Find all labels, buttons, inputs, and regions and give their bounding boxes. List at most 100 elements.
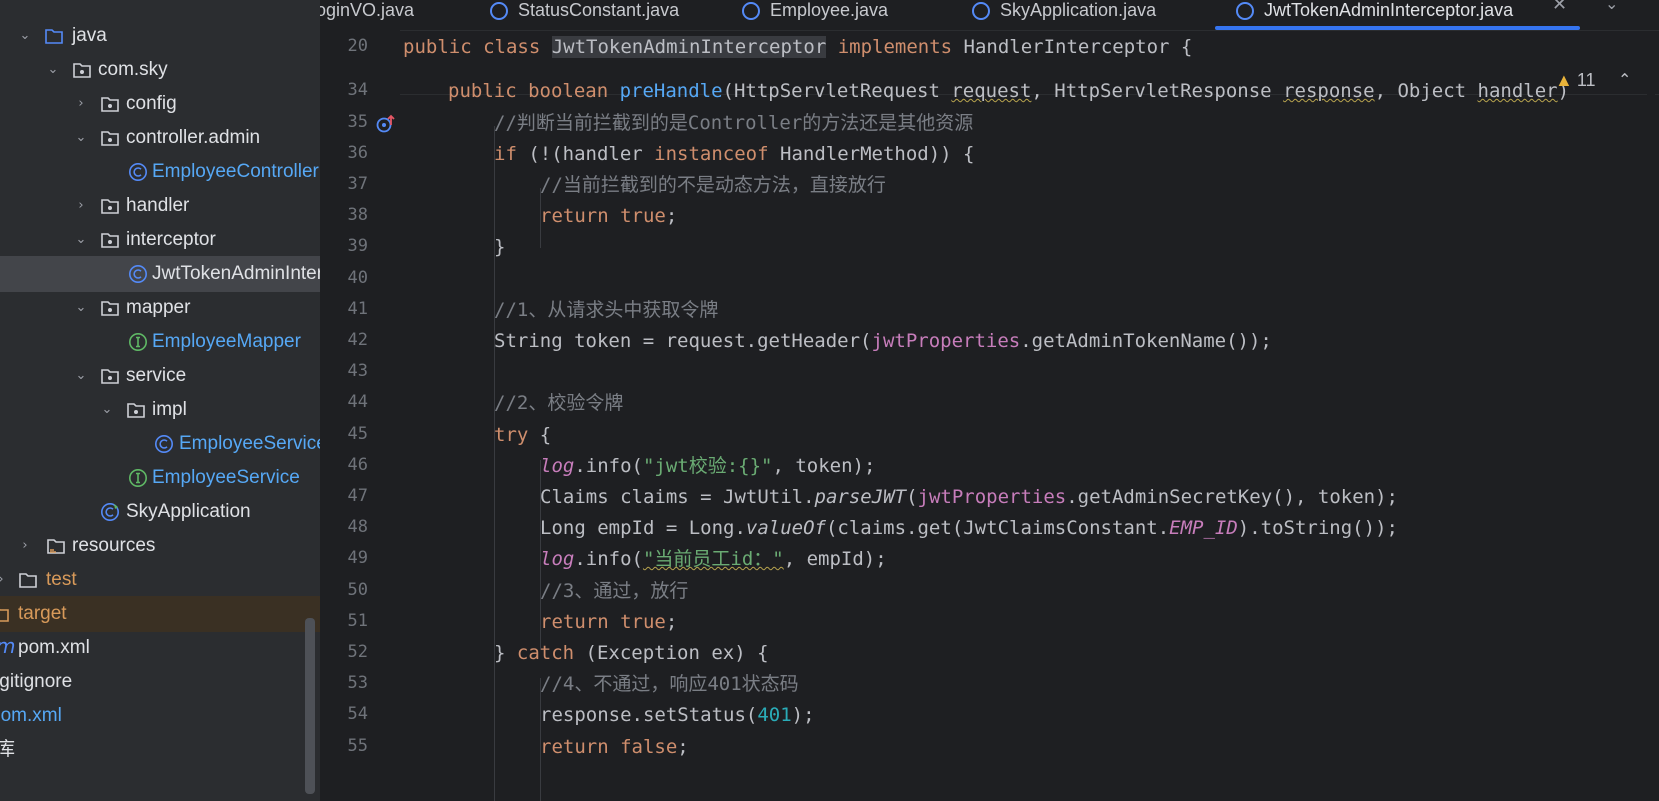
class-icon (742, 2, 760, 21)
chevron-right-icon[interactable]: › (16, 537, 34, 555)
chevron-down-icon[interactable]: ⌄ (72, 367, 90, 385)
keyword: catch (516, 642, 575, 664)
tab-jwttokenadmininterceptor[interactable]: JwtTokenAdminInterceptor.java (1236, 0, 1513, 28)
tree-scrollbar[interactable] (305, 618, 315, 794)
chevron-right-icon[interactable]: › (0, 571, 10, 589)
tree-item-com-sky[interactable]: ⌄ com.sky (0, 52, 320, 88)
keyword: public class (403, 36, 552, 58)
editor-tab-bar: LoginVO.java StatusConstant.java Employe… (320, 0, 1659, 31)
editor-scrollbar[interactable] (1647, 66, 1655, 796)
line-number: 39 (347, 236, 368, 256)
tree-item-label: EmployeeServiceImpl (179, 433, 320, 454)
code-text: (HttpServletRequest (722, 80, 952, 102)
code-area[interactable]: public class JwtTokenAdminInterceptor im… (400, 30, 1659, 801)
tree-item-java[interactable]: ⌄ java (0, 18, 320, 54)
code-editor[interactable]: LoginVO.java StatusConstant.java Employe… (320, 0, 1659, 801)
tree-item-target[interactable]: target (0, 596, 320, 632)
tree-item-label: pom.xml (18, 637, 90, 658)
line-number: 54 (347, 704, 368, 724)
tree-item-label: EmployeeMapper (152, 331, 301, 352)
keyword: if (494, 143, 529, 165)
tab-loginvo[interactable]: LoginVO.java (320, 0, 414, 28)
inspection-warnings-badge[interactable]: ▲ 11 (1555, 68, 1596, 92)
tab-statusconstant[interactable]: StatusConstant.java (490, 0, 679, 28)
code-line-20: public class JwtTokenAdminInterceptor im… (403, 32, 1192, 62)
chevron-right-icon[interactable]: › (72, 197, 90, 215)
tree-item-jwt-token-admin-interceptor[interactable]: JwtTokenAdminInterceptor (0, 256, 320, 292)
tree-item-pom-xml[interactable]: m pom.xml (0, 630, 320, 666)
code-text: (!(handler (528, 143, 655, 165)
chevron-down-icon[interactable]: ⌄ (16, 27, 34, 45)
code-line-41: //1、从请求头中获取令牌 (494, 295, 718, 325)
line-number: 50 (347, 580, 368, 600)
tree-item-config[interactable]: › config (0, 86, 320, 122)
tree-item-employee-service[interactable]: EmployeeService (0, 460, 320, 496)
source-folder-icon (45, 29, 63, 44)
code-text: } (494, 236, 506, 258)
package-icon (101, 233, 119, 248)
tab-skyapplication[interactable]: SkyApplication.java (972, 0, 1156, 28)
tree-item-label: interceptor (126, 229, 216, 250)
tree-item-impl[interactable]: ⌄ impl (0, 392, 320, 428)
chevron-up-icon[interactable]: ⌃ (1618, 68, 1631, 92)
tree-item-sky-application[interactable]: SkyApplication (0, 494, 320, 530)
comment: //当前拦截到的不是动态方法，直接放行 (540, 174, 886, 196)
tab-employee[interactable]: Employee.java (742, 0, 888, 28)
tree-item-controller-admin[interactable]: ⌄ controller.admin (0, 120, 320, 156)
number-literal: 401 (757, 704, 792, 726)
tree-item-interceptor[interactable]: ⌄ interceptor (0, 222, 320, 258)
line-number-gutter: 20 34 35 36 37 38 39 40 41 42 43 44 45 4… (320, 30, 400, 801)
tree-item-handler[interactable]: › handler (0, 188, 320, 224)
tree-item-label: java (72, 25, 107, 46)
line-number: 36 (347, 143, 368, 163)
tree-item-employee-service-impl[interactable]: EmployeeServiceImpl (0, 426, 320, 462)
close-icon[interactable]: ✕ (1552, 0, 1567, 15)
tree-item-pom-xml-root[interactable]: pom.xml (0, 698, 320, 734)
code-text: ; (665, 611, 678, 633)
tree-item-label: SkyApplication (126, 501, 251, 522)
code-text: Claims claims = JwtUtil. (540, 486, 815, 508)
class-icon (490, 2, 508, 21)
tree-item-test[interactable]: › test (0, 562, 320, 598)
static-field: log (540, 548, 575, 570)
project-tree[interactable]: ⌄ java ⌄ com.sky › config ⌄ controller.a… (0, 0, 320, 801)
line-number: 49 (347, 548, 368, 568)
interface-icon (129, 333, 147, 351)
tree-item-libraries[interactable]: 库 (0, 732, 320, 768)
code-text: ; (665, 205, 678, 227)
chevron-down-icon[interactable]: ⌄ (72, 299, 90, 317)
tree-item-employee-controller[interactable]: EmployeeController (0, 154, 320, 190)
code-line-36: if (!(handler instanceof HandlerMethod))… (494, 139, 974, 169)
static-method: valueOf (745, 517, 826, 539)
code-line-35: //判断当前拦截到的是Controller的方法还是其他资源 (494, 108, 973, 138)
line-number: 20 (347, 36, 368, 56)
package-icon (127, 403, 145, 418)
code-line-34: public boolean preHandle(HttpServletRequ… (448, 76, 1569, 106)
excluded-folder-icon (0, 608, 9, 622)
tree-item-mapper[interactable]: ⌄ mapper (0, 290, 320, 326)
chevron-down-icon[interactable]: ⌄ (72, 129, 90, 147)
line-number: 46 (347, 455, 368, 475)
code-text: , empId); (783, 548, 887, 570)
line-number: 40 (347, 268, 368, 288)
implements-method-icon[interactable] (375, 113, 397, 135)
chevron-down-icon[interactable]: ⌄ (44, 61, 62, 79)
tree-item-label: controller.admin (126, 127, 261, 148)
code-text: { (528, 424, 552, 446)
chevron-down-icon[interactable]: ⌄ (1605, 0, 1618, 13)
chevron-down-icon[interactable]: ⌄ (72, 231, 90, 249)
code-text: ( (906, 486, 918, 508)
warning-icon: ▲ (1555, 70, 1573, 90)
tree-item-gitignore[interactable]: .gitignore (0, 664, 320, 700)
tab-label: SkyApplication.java (1000, 0, 1157, 20)
chevron-right-icon[interactable]: › (72, 95, 90, 113)
tree-item-employee-mapper[interactable]: EmployeeMapper (0, 324, 320, 360)
line-number: 42 (347, 330, 368, 350)
tree-item-label: com.sky (98, 59, 168, 80)
tree-item-service[interactable]: ⌄ service (0, 358, 320, 394)
tree-item-resources[interactable]: › resources (0, 528, 320, 564)
code-text: , HttpServletResponse (1031, 80, 1284, 102)
code-text: (claims.get(JwtClaimsConstant. (825, 517, 1170, 539)
chevron-down-icon[interactable]: ⌄ (98, 401, 116, 419)
code-line-53: //4、不通过，响应401状态码 (540, 669, 799, 699)
